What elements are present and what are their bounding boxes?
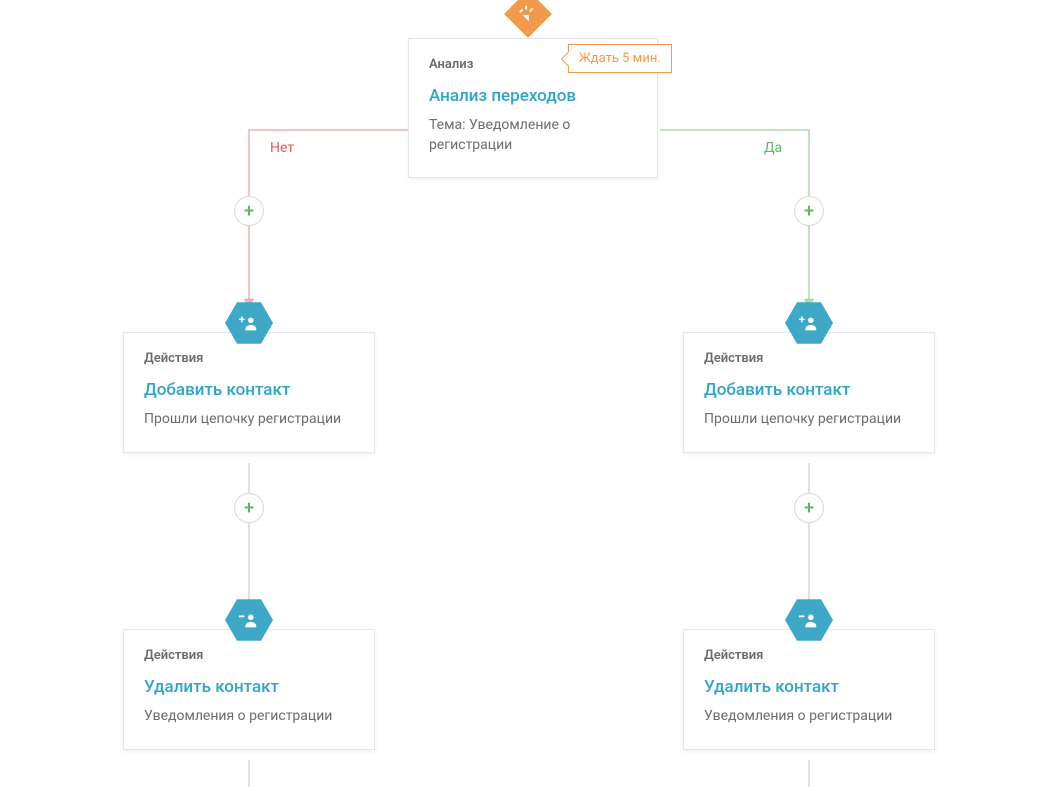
- card-sub: Уведомления о регистрации: [144, 707, 354, 727]
- add-step-button-left-1[interactable]: +: [234, 196, 264, 226]
- wait-badge: Ждать 5 мин.: [568, 44, 672, 73]
- card-sub: Уведомления о регистрации: [704, 707, 914, 727]
- add-contact-card-left[interactable]: Действия Добавить контакт Прошли цепочку…: [123, 332, 375, 453]
- card-category: Действия: [144, 648, 354, 663]
- branch-label-no: Нет: [270, 140, 294, 156]
- add-user-icon: +: [785, 302, 833, 344]
- add-step-button-right-2[interactable]: +: [794, 493, 824, 523]
- card-subject: Тема: Уведомление о регистрации: [429, 116, 637, 155]
- analysis-icon: [502, 0, 554, 38]
- card-title: Добавить контакт: [144, 380, 354, 400]
- add-contact-card-right[interactable]: Действия Добавить контакт Прошли цепочку…: [683, 332, 935, 453]
- add-step-button-right-1[interactable]: +: [794, 196, 824, 226]
- card-category: Действия: [704, 351, 914, 366]
- card-sub: Прошли цепочку регистрации: [704, 410, 914, 430]
- branch-label-yes: Да: [764, 140, 782, 156]
- remove-contact-card-right[interactable]: Действия Удалить контакт Уведомления о р…: [683, 629, 935, 750]
- card-title: Анализ переходов: [429, 86, 637, 106]
- card-category: Действия: [704, 648, 914, 663]
- card-category: Действия: [144, 351, 354, 366]
- add-step-button-left-2[interactable]: +: [234, 493, 264, 523]
- card-title: Удалить контакт: [144, 677, 354, 697]
- remove-user-icon: [225, 599, 273, 641]
- remove-contact-card-left[interactable]: Действия Удалить контакт Уведомления о р…: [123, 629, 375, 750]
- svg-text:+: +: [239, 313, 245, 326]
- card-sub: Прошли цепочку регистрации: [144, 410, 354, 430]
- svg-text:+: +: [799, 313, 805, 326]
- card-title: Удалить контакт: [704, 677, 914, 697]
- remove-user-icon: [785, 599, 833, 641]
- add-user-icon: +: [225, 302, 273, 344]
- card-title: Добавить контакт: [704, 380, 914, 400]
